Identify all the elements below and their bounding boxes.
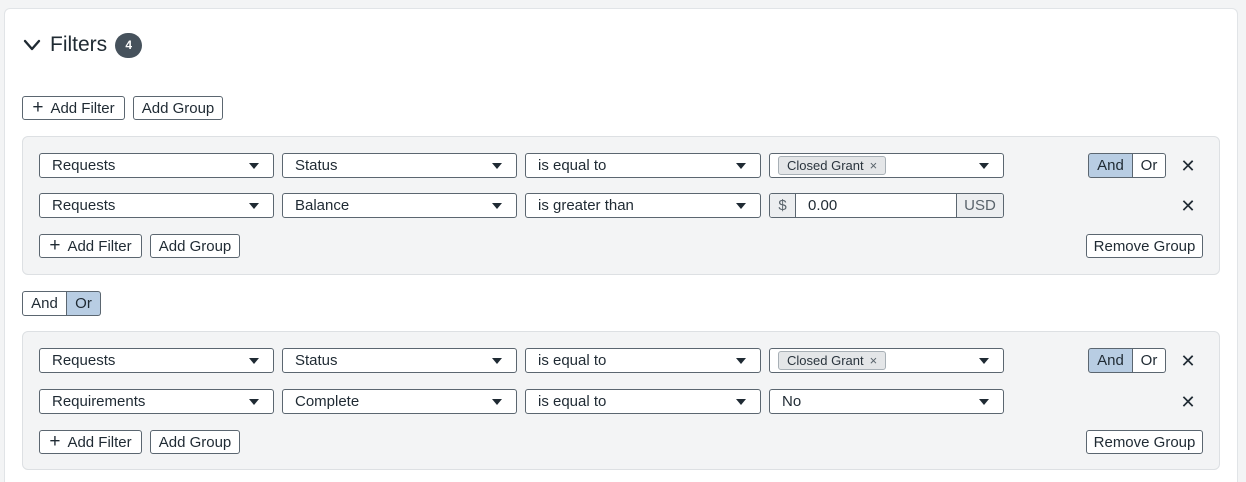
and-toggle[interactable]: And [1088,153,1133,178]
value-chip: Closed Grant × [778,156,887,175]
remove-group-button[interactable]: Remove Group [1086,234,1203,258]
object-select[interactable]: Requests [39,193,274,218]
value-select[interactable]: No [769,389,1004,414]
plus-icon: + [49,234,61,256]
plus-icon: + [32,96,44,118]
object-select-value: Requests [52,157,116,174]
currency-input[interactable]: $ 0.00 USD [769,193,1004,218]
value-multiselect[interactable]: Closed Grant × [769,153,1004,178]
operator-select[interactable]: is equal to [525,348,761,373]
filters-header[interactable]: Filters 4 [22,31,143,59]
remove-group-button[interactable]: Remove Group [1086,430,1203,454]
group-connector-toggle[interactable]: And Or [1088,153,1166,178]
object-select-value: Requests [52,352,116,369]
field-select-value: Status [295,157,338,174]
filter-count-badge: 4 [115,32,143,58]
caret-down-icon [979,358,989,364]
filters-title: Filters [50,33,108,56]
field-select-value: Balance [295,197,350,214]
currency-prefix: $ [770,194,796,217]
caret-down-icon [979,163,989,169]
caret-down-icon [736,358,746,364]
caret-down-icon [249,358,259,364]
field-select[interactable]: Complete [282,389,517,414]
group-add-group-button[interactable]: Add Group [150,430,240,454]
value-chip-label: Closed Grant [787,158,864,173]
caret-down-icon [492,399,502,405]
currency-suffix: USD [956,194,1003,217]
object-select-value: Requirements [52,393,146,410]
caret-down-icon [979,399,989,405]
caret-down-icon [249,399,259,405]
add-filter-label: Add Filter [67,237,132,255]
object-select[interactable]: Requests [39,153,274,178]
value-chip: Closed Grant × [778,351,887,370]
operator-select-value: is equal to [538,352,607,369]
add-group-button[interactable]: Add Group [133,96,223,120]
remove-filter-icon[interactable]: ✕ [1180,196,1195,216]
group-add-filter-button[interactable]: + Add Filter [39,234,142,258]
value-chip-label: Closed Grant [787,353,864,368]
operator-select-value: is equal to [538,157,607,174]
group-add-group-button[interactable]: Add Group [150,234,240,258]
field-select[interactable]: Status [282,153,517,178]
caret-down-icon [492,203,502,209]
caret-down-icon [736,399,746,405]
caret-down-icon [492,163,502,169]
plus-icon: + [49,430,61,452]
object-select-value: Requests [52,197,116,214]
top-level-connector-toggle[interactable]: And Or [22,291,101,316]
caret-down-icon [492,358,502,364]
group-add-filter-button[interactable]: + Add Filter [39,430,142,454]
operator-select[interactable]: is greater than [525,193,761,218]
value-select-value: No [782,393,802,410]
caret-down-icon [249,163,259,169]
add-filter-button[interactable]: + Add Filter [22,96,125,120]
amount-value[interactable]: 0.00 [796,194,956,217]
object-select[interactable]: Requirements [39,389,274,414]
operator-select[interactable]: is equal to [525,389,761,414]
chevron-down-icon[interactable] [22,35,42,55]
or-toggle[interactable]: Or [1133,348,1166,373]
value-multiselect[interactable]: Closed Grant × [769,348,1004,373]
add-filter-label: Add Filter [50,99,115,117]
chip-remove-icon[interactable]: × [870,353,878,368]
operator-select-value: is equal to [538,393,607,410]
object-select[interactable]: Requests [39,348,274,373]
or-toggle[interactable]: Or [1133,153,1166,178]
caret-down-icon [736,163,746,169]
chip-remove-icon[interactable]: × [870,158,878,173]
group-connector-toggle[interactable]: And Or [1088,348,1166,373]
remove-filter-icon[interactable]: ✕ [1180,392,1195,412]
field-select-value: Complete [295,393,360,410]
and-toggle[interactable]: And [1088,348,1133,373]
remove-filter-icon[interactable]: ✕ [1180,351,1195,371]
field-select[interactable]: Status [282,348,517,373]
caret-down-icon [736,203,746,209]
operator-select-value: is greater than [538,197,634,214]
and-toggle[interactable]: And [22,291,67,316]
field-select-value: Status [295,352,338,369]
remove-filter-icon[interactable]: ✕ [1180,156,1195,176]
add-filter-label: Add Filter [67,433,132,451]
or-toggle[interactable]: Or [67,291,101,316]
field-select[interactable]: Balance [282,193,517,218]
caret-down-icon [249,203,259,209]
operator-select[interactable]: is equal to [525,153,761,178]
